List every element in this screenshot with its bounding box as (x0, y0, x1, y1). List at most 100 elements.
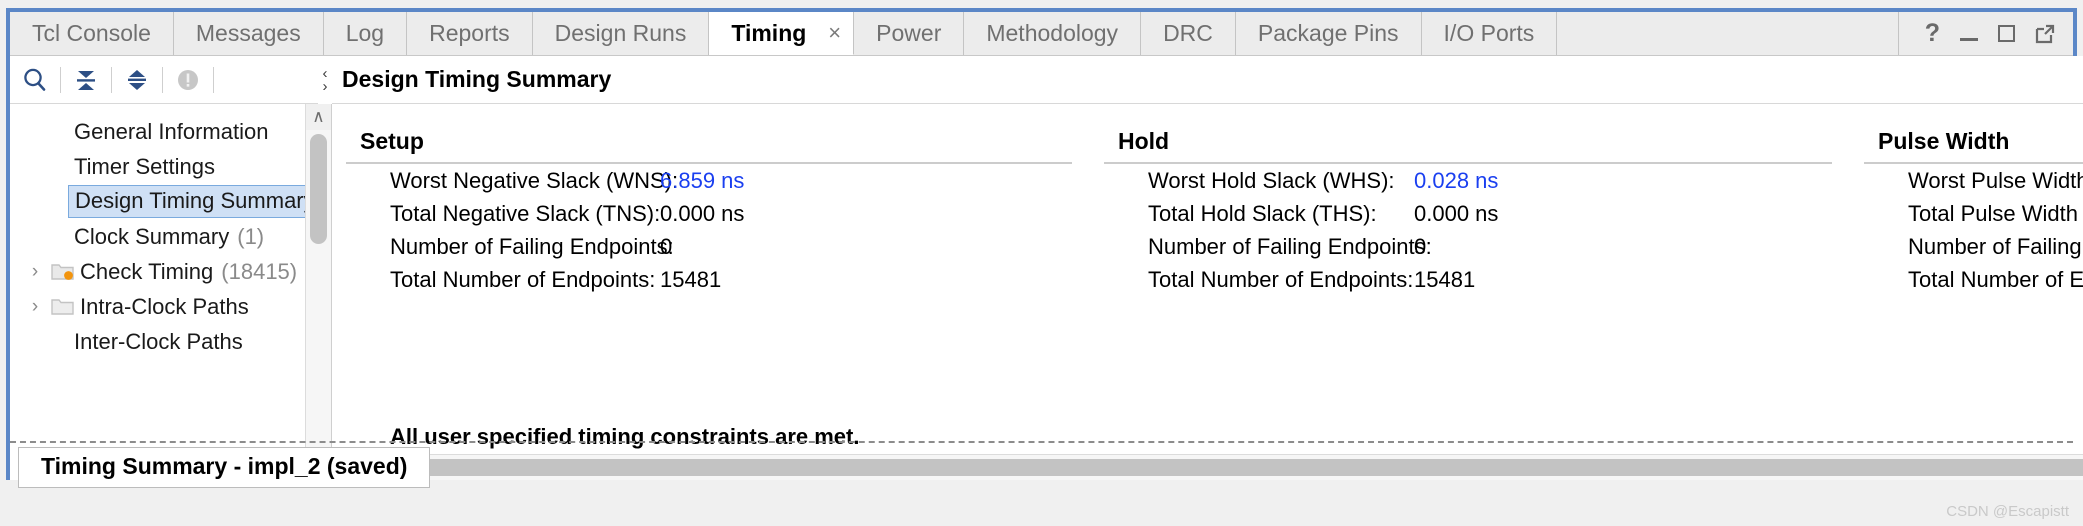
tree-item-clock-summary[interactable]: Clock Summary (1) (10, 219, 305, 254)
status-bar: Timing Summary - impl_2 (saved) (10, 446, 2073, 488)
maximize-icon[interactable] (1998, 25, 2015, 42)
metric-row: Number of Failing Endpoints:0 (1104, 230, 1864, 263)
status-badge: Timing Summary - impl_2 (saved) (18, 446, 431, 488)
scroll-up-icon[interactable]: ∧ (305, 104, 331, 130)
tree-item-label: Intra-Clock Paths (80, 293, 249, 319)
tree-item-content: Design Timing Summary (68, 185, 305, 218)
metric-value[interactable]: 0.028 ns (1402, 168, 1498, 194)
tab-bar: Tcl Console Messages Log Reports Design Runs… (10, 12, 2073, 56)
tab-power[interactable]: Power (854, 12, 965, 55)
column-heading: Setup (360, 128, 424, 154)
tree-item-check-timing[interactable]: › Check Timing (18415) (10, 254, 305, 289)
tree-item-general-information[interactable]: General Information (10, 114, 305, 149)
chevron-right-icon[interactable]: › (22, 296, 48, 318)
tree-item-label: Design Timing Summary (75, 188, 305, 213)
window-controls: ? (1898, 12, 2073, 55)
metric-value: 15481 (660, 266, 722, 292)
tab-drc[interactable]: DRC (1141, 12, 1236, 55)
page-title: Design Timing Summary (342, 66, 612, 92)
timing-summary-pane: ‹ › Design Timing Summary Setup Worst Neg… (318, 55, 2083, 481)
tree-item-intra-clock-paths[interactable]: › Intra-Clock Paths (10, 289, 305, 324)
search-icon[interactable] (10, 56, 60, 104)
timing-window: Tcl Console Messages Log Reports Design Runs… (6, 8, 2083, 481)
summary-columns: Setup Worst Negative Slack (WNS): 6.859 ns… (332, 128, 2083, 296)
timing-tree-pane: General Information Timer Settings Design … (10, 56, 332, 480)
metric-row: Total Pulse Width Negative Slack (TPWS):… (1864, 197, 2083, 230)
summary-content: Setup Worst Negative Slack (WNS): 6.859 ns… (332, 104, 2083, 480)
metric-row: Total Number of Endpoints: 15481 (1104, 263, 1864, 296)
tree-item-content: Inter-Clock Paths (72, 329, 243, 355)
metric-row: Total Number of Endpoints:5583 (1864, 263, 2083, 296)
tree-item-content: Clock Summary (1) (72, 224, 264, 250)
tab-label: Log (345, 20, 385, 46)
tree-scroll-area: General Information Timer Settings Design … (10, 104, 331, 480)
pane-splitter-handle[interactable]: ‹ › (318, 55, 332, 104)
metric-label: Worst Pulse Width Slack (WPWS): (1908, 167, 2083, 193)
metric-value: 0.000 ns (1414, 200, 1499, 226)
tree-item-count: (18415) (221, 258, 298, 284)
summary-column-hold: Hold Worst Hold Slack (WHS): 0.028 ns Total… (1104, 128, 1864, 296)
tree-item-label: Check Timing (80, 258, 214, 284)
metric-label: Total Number of Endpoints: (1148, 266, 1414, 292)
tab-messages[interactable]: Messages (173, 12, 324, 55)
close-icon[interactable]: × (828, 20, 841, 46)
tree-toolbar (10, 56, 331, 104)
tab-label: Power (876, 20, 942, 46)
tab-reports[interactable]: Reports (407, 12, 533, 55)
help-icon[interactable]: ? (1925, 19, 1940, 48)
tab-timing[interactable]: Timing × (709, 12, 855, 55)
constraints-met-note: All user specified timing constraints ar… (390, 424, 860, 449)
tab-bar-filler (1557, 12, 1899, 55)
metric-row: Worst Pulse Width Slack (WPWS):8.750 ns (1864, 164, 2083, 197)
chevron-right-icon[interactable]: › (22, 261, 48, 283)
tree-item-design-timing-summary[interactable]: Design Timing Summary (10, 184, 305, 219)
tab-label: I/O Ports (1443, 20, 1535, 46)
status-divider (10, 441, 2073, 443)
float-window-icon[interactable] (2035, 24, 2055, 44)
metric-label: Total Hold Slack (THS): (1148, 200, 1377, 226)
tab-methodology[interactable]: Methodology (964, 12, 1142, 55)
tree-item-timer-settings[interactable]: Timer Settings (10, 149, 305, 184)
tab-label: Package Pins (1257, 20, 1399, 46)
tab-label: Timing (731, 19, 807, 46)
splitter-right-chevron-icon[interactable]: › (323, 79, 328, 94)
tree-vertical-scrollbar[interactable]: ∧ ∨ (305, 104, 331, 480)
metric-row: Number of Failing Endpoints:0 (1864, 230, 2083, 263)
metric-value: 0.000 ns (660, 200, 745, 226)
tree-item-inter-clock-paths[interactable]: Inter-Clock Paths (10, 324, 305, 359)
metric-label: Total Negative Slack (TNS): (390, 200, 661, 226)
summary-header: ‹ › Design Timing Summary (318, 55, 2083, 104)
tree-item-label: Inter-Clock Paths (74, 328, 243, 354)
tab-label: Reports (429, 20, 510, 46)
metric-label: Total Pulse Width Negative Slack (TPWS): (1908, 200, 2083, 226)
watermark: CSDN @Escapistt (1946, 503, 2069, 520)
tab-label: Design Runs (554, 20, 687, 46)
tree-item-content: General Information (72, 119, 268, 145)
tree-item-label: General Information (74, 118, 269, 144)
panel-body: General Information Timer Settings Design … (10, 55, 2083, 481)
tab-tcl-console[interactable]: Tcl Console (10, 12, 174, 55)
tree-item-content: Intra-Clock Paths (78, 294, 249, 320)
metric-value: 0 (660, 233, 673, 259)
metric-label: Total Number of Endpoints: (1908, 266, 2083, 292)
metric-label: Worst Negative Slack (WNS): (390, 167, 679, 193)
metric-label: Number of Failing Endpoints: (1148, 233, 1432, 259)
tab-log[interactable]: Log (323, 12, 408, 55)
tab-package-pins[interactable]: Package Pins (1235, 12, 1422, 55)
tree-item-label: Clock Summary (74, 223, 230, 249)
metric-row: Total Hold Slack (THS): 0.000 ns (1104, 197, 1864, 230)
column-heading: Hold (1118, 128, 1170, 154)
collapse-all-icon[interactable] (61, 56, 111, 104)
metric-label: Total Number of Endpoints: (390, 266, 656, 292)
tab-i-o-ports[interactable]: I/O Ports (1421, 12, 1558, 55)
metric-row: Number of Failing Endpoints:0 (346, 230, 1104, 263)
tab-design-runs[interactable]: Design Runs (532, 12, 710, 55)
metric-value[interactable]: 6.859 ns (648, 168, 768, 194)
tab-label: Tcl Console (32, 20, 151, 46)
expand-all-icon[interactable] (112, 56, 162, 104)
folder-icon (48, 297, 78, 317)
minimize-icon[interactable] (1960, 26, 1978, 41)
metric-row: Worst Hold Slack (WHS): 0.028 ns (1104, 164, 1864, 197)
metric-value: 0 (1414, 233, 1427, 259)
tree-scrollbar-thumb[interactable] (310, 134, 327, 244)
